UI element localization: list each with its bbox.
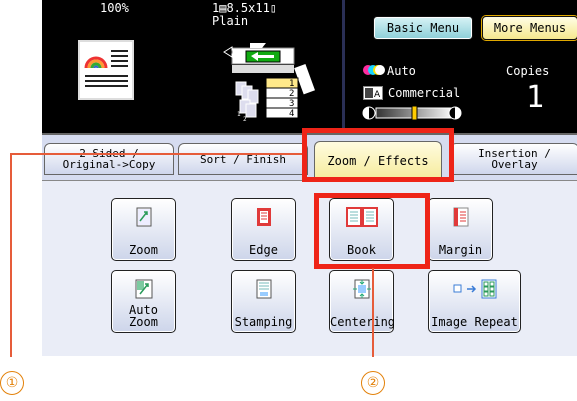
basic-menu-button[interactable]: Basic Menu — [373, 16, 473, 40]
tray-4-label: 4 — [289, 109, 295, 119]
zoom-button[interactable]: Zoom — [111, 198, 176, 261]
copier-machine-icon: 1 2 — [223, 43, 315, 123]
status-divider — [342, 0, 345, 133]
callout-2-marker: ② — [361, 371, 385, 395]
callout-1-horizontal-line — [10, 153, 302, 155]
callout-2-vertical-line — [372, 268, 374, 357]
svg-text:1: 1 — [237, 111, 241, 118]
zoom-button-label: Zoom — [129, 243, 158, 257]
edge-button-label: Edge — [249, 243, 278, 257]
copies-count: 1 — [526, 80, 545, 115]
stamping-button-label: Stamping — [234, 315, 293, 329]
centering-icon — [352, 279, 371, 299]
tab-2-sided-line2: Original->Copy — [62, 158, 156, 171]
auto-zoom-button[interactable]: Auto Zoom — [111, 270, 176, 333]
margin-icon — [453, 207, 468, 227]
zoom-icon — [136, 207, 151, 227]
color-mode-value: Auto — [387, 64, 416, 78]
tab-2-sided[interactable]: 2-Sided / Original->Copy — [44, 143, 174, 175]
paper-type-readout: Plain — [212, 14, 249, 28]
paper-size-readout: 1▤8.5x11▯ — [212, 1, 278, 15]
margin-button[interactable]: Margin — [428, 198, 493, 261]
color-mode-icon — [363, 65, 385, 75]
svg-text:A: A — [374, 90, 381, 100]
image-repeat-icon — [453, 279, 496, 299]
tray-1-label: 1 — [289, 79, 295, 89]
more-menus-button[interactable]: More Menus — [482, 16, 577, 40]
status-panel: 100% 1▤8.5x11▯ Plain 1 2 1 2 3 4 Basic M… — [42, 0, 577, 133]
stamping-button[interactable]: Stamping — [231, 270, 296, 333]
density-slider[interactable] — [362, 106, 462, 120]
image-repeat-button[interactable]: Image Repeat — [428, 270, 521, 333]
tray-2-label: 2 — [289, 89, 295, 99]
auto-zoom-button-label: Auto Zoom — [129, 303, 158, 329]
original-type-value: Commercial — [388, 86, 461, 100]
original-document-icon — [78, 40, 134, 100]
tray-3-label: 3 — [289, 99, 295, 109]
callout-1-vertical-line — [10, 153, 12, 357]
tab-sort-finish[interactable]: Sort / Finish — [178, 143, 308, 175]
edge-button[interactable]: Edge — [231, 198, 296, 261]
centering-button[interactable]: Centering — [329, 270, 396, 333]
tab-highlight-box — [302, 128, 454, 182]
image-repeat-button-label: Image Repeat — [431, 315, 518, 329]
original-type-icon: A — [363, 86, 383, 100]
tab-insertion-line2: Overlay — [491, 158, 538, 171]
sorted-pages-icon: 1 2 — [235, 81, 259, 123]
callout-1-marker: ① — [0, 371, 24, 395]
auto-zoom-icon — [135, 279, 152, 299]
zoom-readout: 100% — [100, 1, 129, 15]
edge-icon — [256, 208, 271, 226]
svg-text:2: 2 — [243, 116, 247, 123]
tab-sort-finish-label: Sort / Finish — [199, 152, 287, 166]
copies-label: Copies — [506, 64, 550, 78]
stamping-icon — [256, 279, 271, 299]
tab-insertion-overlay[interactable]: Insertion / Overlay — [450, 143, 577, 175]
centering-button-label: Centering — [330, 315, 396, 329]
book-highlight-box — [314, 193, 430, 269]
margin-button-label: Margin — [438, 243, 483, 257]
rainbow-image-icon — [84, 56, 108, 69]
